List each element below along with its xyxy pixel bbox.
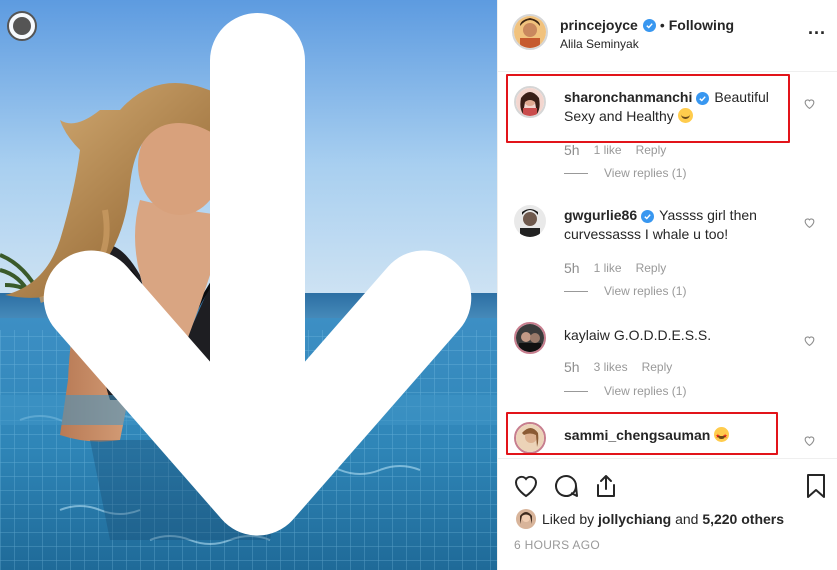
header-line: princejoyce • Following — [560, 17, 734, 33]
comment-text: G.O.D.D.E.S.S. — [613, 327, 712, 343]
header-separator: • — [659, 17, 665, 33]
verified-badge-icon — [642, 18, 656, 32]
heart-outline-icon[interactable] — [803, 97, 816, 110]
star-struck-emoji-icon — [714, 427, 730, 447]
liked-by-row: Liked by jollychiang and 5,220 others — [516, 509, 784, 529]
liked-by-user[interactable]: jollychiang — [598, 511, 671, 527]
comment-age[interactable]: 5h — [564, 359, 580, 375]
verified-badge-icon — [641, 210, 655, 223]
comment-age[interactable]: 5h — [564, 142, 580, 158]
liked-by-count[interactable]: 5,220 others — [702, 511, 784, 527]
action-bar: Liked by jollychiang and 5,220 others 6 … — [498, 458, 837, 570]
comment-meta: 5h 3 likes Reply — [564, 359, 672, 375]
commenter-avatar[interactable] — [514, 422, 546, 454]
post-header: princejoyce • Following Alila Seminyak .… — [498, 0, 837, 72]
commenter-username[interactable]: kaylaiw — [564, 327, 610, 343]
comment-meta: 5h 1 like Reply — [564, 260, 666, 276]
comment-body: gwgurlie86 Yassss girl then curvessasss I… — [564, 206, 779, 244]
liked-by-prefix: Liked by — [542, 511, 595, 527]
liked-by-mid: and — [675, 511, 699, 527]
comment-item: gwgurlie86 Yassss girl then curvessasss I… — [498, 190, 837, 308]
view-replies-label: View replies (1) — [604, 284, 687, 298]
heart-icon[interactable] — [512, 472, 540, 500]
post-photo[interactable] — [0, 0, 497, 570]
heart-outline-icon[interactable] — [803, 216, 816, 229]
comment-item: sammi_chengsauman — [498, 408, 837, 458]
comment-item: kaylaiw G.O.D.D.E.S.S. 5h 3 likes Reply V… — [498, 308, 837, 408]
view-replies-label: View replies (1) — [604, 166, 687, 180]
comment-item: sharonchanmanchi Beautiful Sexy and Healt… — [498, 72, 837, 190]
comment-likes[interactable]: 3 likes — [594, 360, 628, 374]
following-button[interactable]: Following — [669, 17, 734, 33]
share-icon[interactable] — [592, 472, 620, 500]
view-replies-line — [564, 172, 588, 174]
view-replies-button[interactable]: View replies (1) — [564, 384, 686, 398]
comment-likes[interactable]: 1 like — [594, 143, 622, 157]
comment-meta: 5h 1 like Reply — [564, 142, 666, 158]
commenter-avatar[interactable] — [514, 86, 546, 118]
comment-body: sharonchanmanchi Beautiful Sexy and Healt… — [564, 88, 779, 126]
reply-button[interactable]: Reply — [636, 261, 667, 275]
author-username[interactable]: princejoyce — [560, 17, 638, 33]
view-replies-line — [564, 390, 588, 392]
view-replies-button[interactable]: View replies (1) — [564, 284, 686, 298]
comment-body: kaylaiw G.O.D.D.E.S.S. — [564, 326, 779, 345]
liker-avatar[interactable] — [516, 509, 536, 529]
instagram-post: princejoyce • Following Alila Seminyak .… — [0, 0, 837, 570]
arrow-down-circle-icon — [13, 13, 472, 536]
download-button[interactable] — [7, 11, 472, 536]
post-side-panel: princejoyce • Following Alila Seminyak .… — [497, 0, 837, 570]
comment-body: sammi_chengsauman — [564, 426, 779, 447]
heart-outline-icon[interactable] — [803, 434, 816, 447]
comment-icon[interactable] — [552, 472, 580, 500]
view-replies-line — [564, 290, 588, 292]
post-timestamp[interactable]: 6 HOURS AGO — [514, 538, 600, 552]
comment-age[interactable]: 5h — [564, 260, 580, 276]
commenter-avatar[interactable] — [514, 322, 546, 354]
verified-badge-icon — [696, 92, 710, 105]
view-replies-label: View replies (1) — [604, 384, 687, 398]
reply-button[interactable]: Reply — [636, 143, 667, 157]
more-horizontal-icon[interactable]: ... — [808, 18, 826, 39]
comment-likes[interactable]: 1 like — [594, 261, 622, 275]
commenter-username[interactable]: gwgurlie86 — [564, 207, 637, 223]
bookmark-icon[interactable] — [802, 472, 830, 500]
comment-list[interactable]: sharonchanmanchi Beautiful Sexy and Healt… — [498, 72, 837, 458]
blush-kiss-emoji-icon — [677, 108, 693, 123]
commenter-username[interactable]: sammi_chengsauman — [564, 427, 710, 443]
post-location[interactable]: Alila Seminyak — [560, 37, 639, 51]
commenter-avatar[interactable] — [514, 205, 546, 237]
commenter-username[interactable]: sharonchanmanchi — [564, 89, 692, 105]
author-avatar[interactable] — [512, 14, 548, 50]
reply-button[interactable]: Reply — [642, 360, 673, 374]
view-replies-button[interactable]: View replies (1) — [564, 166, 686, 180]
heart-outline-icon[interactable] — [803, 334, 816, 347]
